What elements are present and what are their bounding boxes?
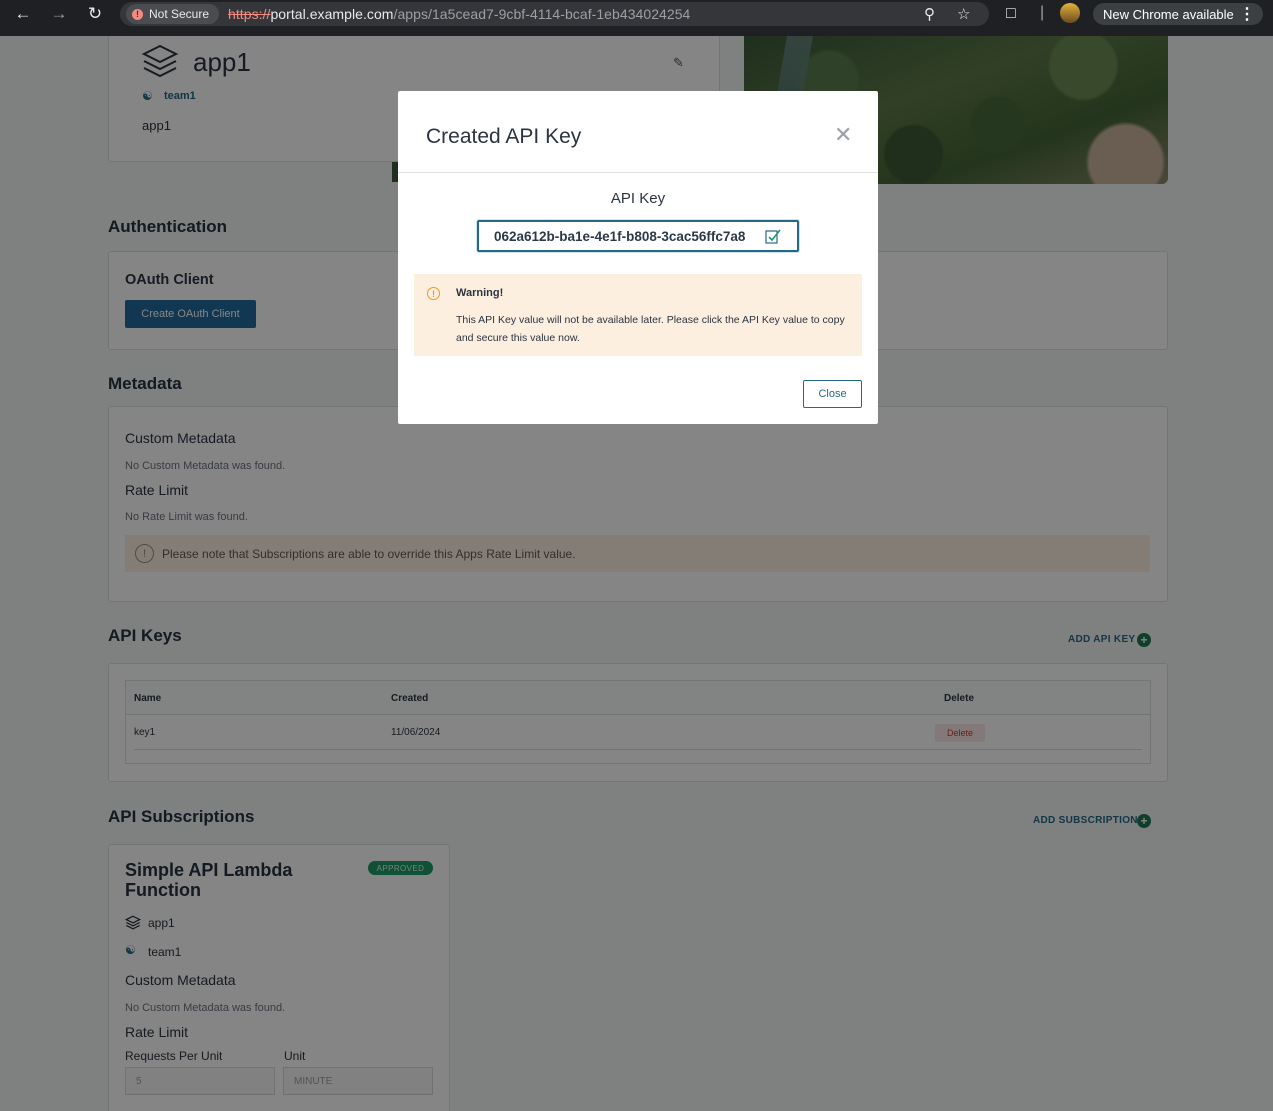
warning-text: This API Key value will not be available… — [456, 314, 845, 344]
new-chrome-label: New Chrome available — [1103, 6, 1234, 22]
created-api-key-modal: Created API Key ✕ API Key 062a612b-ba1e-… — [398, 91, 878, 424]
warning-callout: ! Warning! This API Key value will not b… — [414, 274, 862, 356]
url-host: portal.example.com — [270, 6, 394, 22]
reload-icon[interactable]: ↻ — [83, 2, 107, 26]
back-icon[interactable]: ← — [11, 2, 35, 26]
forward-icon[interactable]: → — [47, 2, 71, 26]
warning-title: Warning! — [456, 287, 504, 299]
more-menu-icon[interactable]: ⋮ — [1239, 4, 1255, 24]
api-key-value-field[interactable]: 062a612b-ba1e-4e1f-b808-3cac56ffc7a8 — [477, 220, 799, 252]
toolbar-divider: | — [1040, 4, 1045, 21]
modal-divider — [398, 172, 878, 173]
copy-check-icon[interactable] — [765, 228, 781, 244]
profile-avatar[interactable] — [1060, 3, 1080, 23]
not-secure-label: Not Secure — [149, 7, 210, 21]
not-secure-chip[interactable]: ! Not Secure — [126, 4, 220, 24]
close-button[interactable]: Close — [803, 380, 862, 408]
address-bar[interactable]: ! Not Secure https://portal.example.com/… — [120, 2, 989, 26]
bookmark-star-icon[interactable]: ☆ — [957, 5, 970, 23]
api-key-label: API Key — [610, 190, 666, 207]
extensions-icon[interactable]: □ — [1006, 5, 1016, 23]
api-key-value[interactable]: 062a612b-ba1e-4e1f-b808-3cac56ffc7a8 — [494, 229, 745, 244]
browser-toolbar: ← → ↻ ! Not Secure https://portal.exampl… — [0, 0, 1273, 36]
warning-icon: ! — [427, 287, 440, 300]
url-scheme: https:// — [228, 6, 271, 22]
close-icon[interactable]: ✕ — [834, 124, 852, 146]
new-chrome-button[interactable]: New Chrome available ⋮ — [1093, 3, 1263, 25]
url-path: /apps/1a5cead7-9cbf-4114-bcaf-1eb4340242… — [393, 6, 691, 22]
zoom-icon[interactable]: ⚲ — [924, 5, 935, 23]
warning-icon: ! — [132, 8, 143, 20]
modal-title: Created API Key — [426, 125, 582, 148]
url-text: https://portal.example.com/apps/1a5cead7… — [228, 6, 690, 22]
